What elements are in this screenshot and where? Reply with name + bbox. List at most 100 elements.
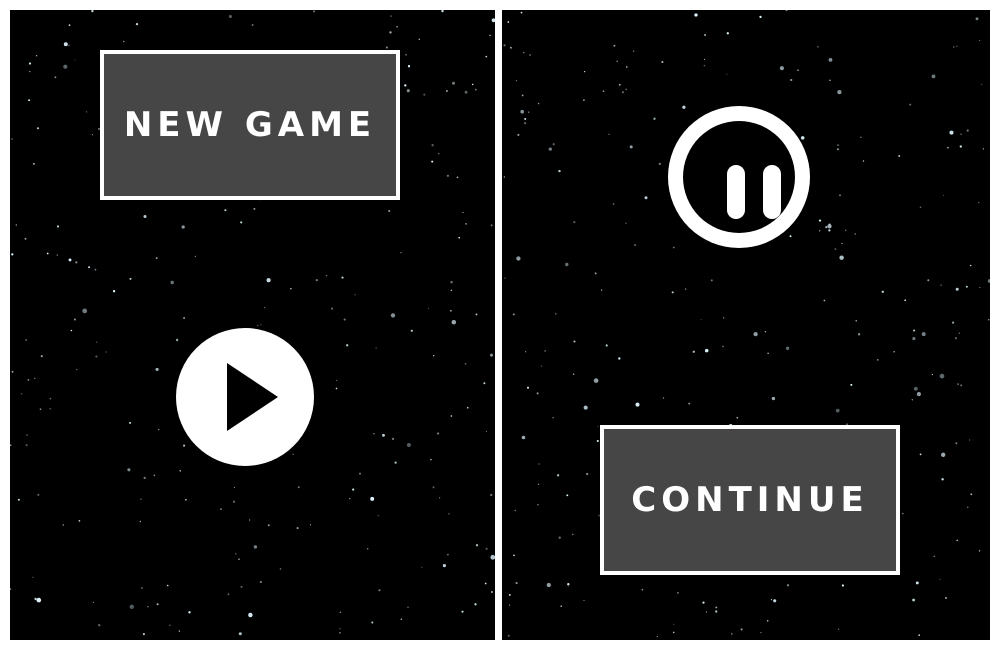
star <box>91 10 94 13</box>
star <box>227 593 230 596</box>
star <box>834 248 837 251</box>
star <box>35 55 38 57</box>
star <box>947 146 949 149</box>
star <box>484 582 487 585</box>
new-game-label: NEW GAME <box>123 105 377 145</box>
star <box>312 10 316 13</box>
star <box>427 307 430 309</box>
star <box>913 329 916 332</box>
star <box>88 266 91 269</box>
star <box>86 111 88 113</box>
star <box>583 99 585 101</box>
star <box>525 351 527 353</box>
star <box>462 211 464 214</box>
star <box>235 553 237 555</box>
star <box>586 472 589 476</box>
star <box>129 277 132 280</box>
star <box>257 324 259 327</box>
star <box>841 584 845 587</box>
star <box>339 628 341 630</box>
star <box>710 279 713 282</box>
star <box>73 318 76 321</box>
star <box>558 536 561 539</box>
star <box>613 44 616 47</box>
star <box>25 339 28 341</box>
star <box>715 606 718 609</box>
star <box>441 10 444 13</box>
star <box>34 597 37 601</box>
star <box>951 321 955 324</box>
star <box>955 337 957 339</box>
star <box>378 589 381 592</box>
star <box>490 224 493 227</box>
new-game-screen: NEW GAME <box>10 10 495 640</box>
star <box>188 611 191 614</box>
star <box>968 439 971 441</box>
star <box>844 229 847 232</box>
star <box>941 452 946 457</box>
star <box>836 148 839 151</box>
star <box>279 568 282 570</box>
star <box>143 476 146 480</box>
star <box>179 470 181 472</box>
star <box>773 599 777 603</box>
star <box>75 261 78 264</box>
star <box>860 136 862 138</box>
star <box>228 15 232 18</box>
star <box>11 138 13 140</box>
star <box>37 493 40 496</box>
new-game-button[interactable]: NEW GAME <box>100 50 400 200</box>
star <box>63 42 68 47</box>
star <box>913 386 918 391</box>
star <box>970 493 973 496</box>
star <box>612 203 615 205</box>
star <box>466 406 469 409</box>
star <box>507 634 510 637</box>
star <box>785 346 790 350</box>
star <box>881 290 884 293</box>
star <box>169 624 171 627</box>
star <box>296 527 299 530</box>
star <box>370 496 375 501</box>
star <box>74 59 76 61</box>
star <box>452 81 455 85</box>
star <box>62 524 64 526</box>
star <box>32 576 34 578</box>
star <box>898 155 901 157</box>
star <box>608 133 610 136</box>
star <box>567 585 569 587</box>
star <box>95 355 98 358</box>
star <box>220 508 222 511</box>
star <box>694 13 698 17</box>
star <box>835 408 840 413</box>
star <box>740 628 743 631</box>
star <box>837 628 840 630</box>
star <box>653 117 656 120</box>
star <box>450 281 453 284</box>
star <box>240 585 243 588</box>
star <box>76 368 78 371</box>
star <box>916 392 921 397</box>
continue-button[interactable]: CONTINUE <box>600 425 900 575</box>
star <box>143 214 147 219</box>
star <box>442 564 446 568</box>
star <box>232 500 236 503</box>
star <box>818 230 821 232</box>
star <box>949 130 954 135</box>
star <box>70 329 73 332</box>
star <box>407 606 409 609</box>
star <box>465 223 467 225</box>
star <box>140 498 142 500</box>
star <box>447 553 449 556</box>
star <box>238 558 240 561</box>
star <box>445 89 448 93</box>
pause-button[interactable] <box>668 106 810 248</box>
star <box>956 383 960 386</box>
star <box>915 581 919 585</box>
star <box>56 254 58 256</box>
star <box>919 453 922 456</box>
star <box>388 209 391 213</box>
play-button[interactable] <box>176 328 314 466</box>
star <box>450 289 453 292</box>
star <box>841 242 843 244</box>
